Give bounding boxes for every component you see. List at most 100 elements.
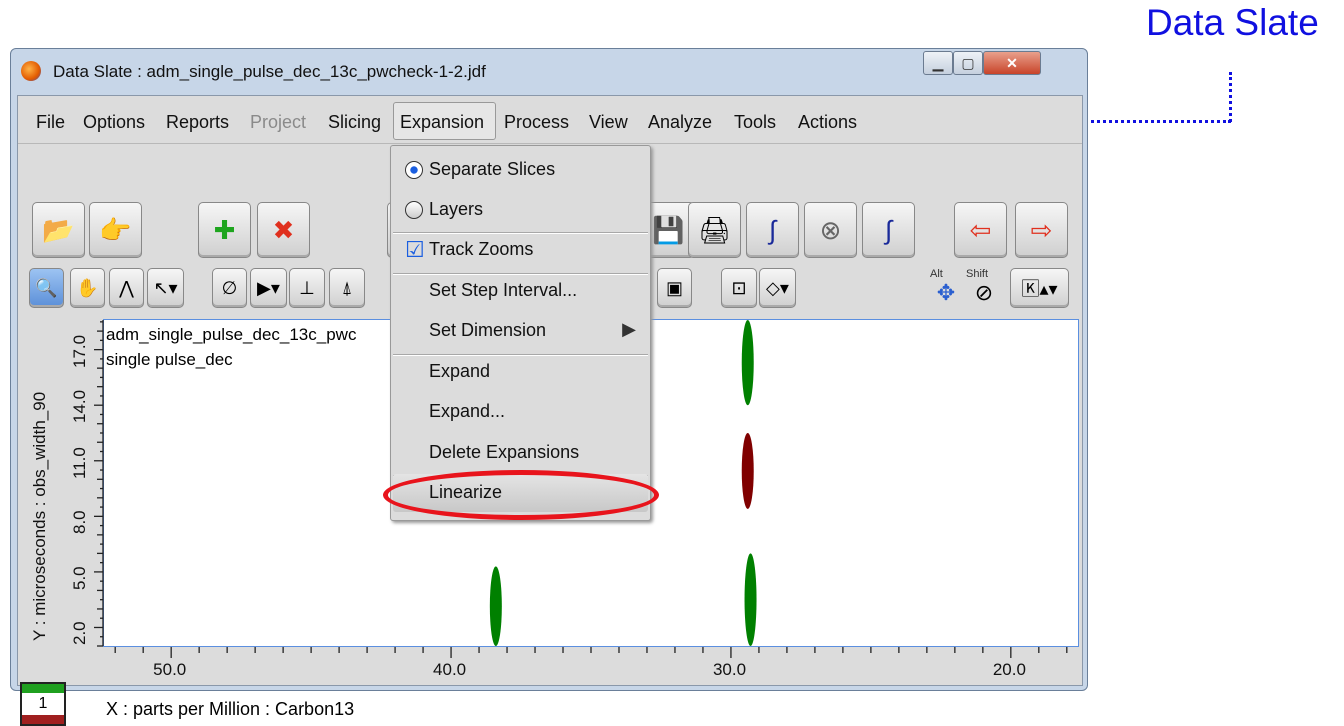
center-point-button[interactable]: ⊡ [721,268,757,308]
baseline-icon: ⊥ [299,277,315,298]
expansion-menu: Separate Slices Layers ☑ Track Zooms Set Ste… [390,145,651,521]
menu-project[interactable]: Project [250,112,306,133]
menu-item-set-dimension[interactable]: Set Dimension ▶ [393,312,648,350]
y-tick-label: 2.0 [70,621,89,646]
menu-item-expand[interactable]: Expand... [393,393,648,431]
shift-scale-icon: ⊘ [974,280,994,305]
menu-item-label: Expand [429,361,491,381]
peak-contour [741,320,754,406]
arrow-right-button[interactable]: ⇨ [1015,202,1068,258]
menu-process[interactable]: Process [504,112,569,133]
checkmark-icon: ☑ [405,237,425,262]
printer-button[interactable]: 🖨 [688,202,741,258]
null-icon: ∅ [221,277,238,298]
stop-octagon-button[interactable]: ⊗ [804,202,857,258]
integral-grid-button[interactable]: ∫ [746,202,799,258]
keyboard-button[interactable]: 🄺▴▾ [1010,268,1069,308]
app-icon [21,61,41,81]
peak-contour [744,553,757,646]
printer-icon: 🖨 [697,214,731,245]
folder-open-button[interactable]: 📂 [32,202,85,258]
peak-pick-button[interactable]: ⋀ [109,268,144,308]
x-tick-label: 40.0 [433,660,467,679]
y-tick-label: 17.0 [70,334,89,368]
y-axis-label: Y : microseconds : obs_width_90 [30,391,49,641]
shift-scale-button[interactable]: ⊘ [970,280,998,306]
arrow-left-icon: ⇦ [969,214,992,245]
arrow-dropdown-icon: ▶▾ [257,277,280,298]
menu-slicing[interactable]: Slicing [328,112,381,133]
menu-bar: File Options Reports Project Slicing Expansio… [18,96,1082,144]
arrow-dropdown-button[interactable]: ▶▾ [250,268,287,308]
menu-item-separate-slices[interactable]: Separate Slices [393,151,648,189]
y-tick-label: 8.0 [70,510,89,535]
menu-file[interactable]: File [36,112,65,133]
submenu-arrow-icon: ▶ [622,319,636,339]
box-icon: ▣ [665,277,683,298]
add-button[interactable]: ✚ [198,202,251,258]
arrow-right-icon: ⇨ [1030,214,1053,245]
menu-reports[interactable]: Reports [166,112,229,133]
data-slate-annotation: Data Slate [1146,2,1319,43]
menu-actions[interactable]: Actions [798,112,857,133]
arrow-left-button[interactable]: ⇦ [954,202,1007,258]
peak-contour [741,432,754,509]
center-point-icon: ⊡ [731,277,747,298]
menu-tools[interactable]: Tools [734,112,776,133]
menu-item-label: Set Dimension [429,320,547,340]
x-tick-label: 50.0 [153,660,187,679]
integral-button[interactable]: ∫ [862,202,915,258]
delete-button[interactable]: ✖ [257,202,310,258]
menu-item-layers[interactable]: Layers [393,191,648,229]
menu-item-label: Track Zooms [429,239,534,259]
menu-item-label: Layers [429,199,484,219]
pan-hand-button[interactable]: ✋ [70,268,105,308]
minimize-button[interactable]: ▁ [923,51,953,75]
highlight-ellipse [383,470,659,520]
menu-expansion[interactable]: Expansion [400,112,484,133]
stop-octagon-icon: ⊗ [819,214,842,245]
pointing-hand-button[interactable]: 👉 [89,202,142,258]
annotation-leader-line [1229,72,1232,122]
menu-item-label: Set Step Interval... [429,280,578,300]
zoom-icon: 🔍 [35,277,58,298]
y-tick-label: 14.0 [70,390,89,424]
menu-item-delete-expansions[interactable]: Delete Expansions [393,434,648,472]
close-button[interactable]: ✕ [983,51,1041,75]
slice-number: 1 [38,695,48,712]
y-tick-label: 11.0 [70,446,89,479]
folder-open-icon: 📂 [42,214,75,245]
x-axis-label: X : parts per Million : Carbon13 [106,699,355,719]
zoom-button[interactable]: 🔍 [29,268,64,308]
null-button[interactable]: ∅ [212,268,247,308]
pointer-dropdown-icon: ↖▾ [153,277,178,298]
menu-item-expand[interactable]: Expand [393,353,648,391]
save-icon: 💾 [652,214,685,245]
baseline-button[interactable]: ⊥ [289,268,325,308]
add-icon: ✚ [213,214,236,245]
menu-analyze[interactable]: Analyze [648,112,712,133]
y-tick-label: 5.0 [70,566,89,590]
crosshair-dropdown-icon: ◇▾ [766,277,789,298]
peak-icon: ⍋ [341,277,353,298]
x-tick-label: 20.0 [992,660,1026,679]
delete-icon: ✖ [272,214,295,245]
maximize-button[interactable]: ▢ [953,51,983,75]
alt-move-button[interactable]: ✥ [932,280,960,306]
menu-item-track-zooms[interactable]: ☑ Track Zooms [393,231,648,269]
shift-label: Shift [966,268,989,280]
crosshair-dropdown-button[interactable]: ◇▾ [759,268,796,308]
peak-button[interactable]: ⍋ [329,268,365,308]
integral-grid-icon: ∫ [768,214,777,245]
box-button[interactable]: ▣ [657,268,692,308]
menu-item-label: Expand... [429,401,506,421]
keyboard-icon: 🄺▴▾ [1021,279,1058,299]
integral-icon: ∫ [884,214,893,245]
peak-pick-icon: ⋀ [119,277,134,298]
slice-indicator[interactable]: 1 [20,682,66,726]
menu-options[interactable]: Options [83,112,145,133]
pointer-dropdown-button[interactable]: ↖▾ [147,268,184,308]
menu-view[interactable]: View [589,112,628,133]
pan-hand-icon: ✋ [76,277,99,298]
menu-item-set-step-interval[interactable]: Set Step Interval... [393,272,648,310]
